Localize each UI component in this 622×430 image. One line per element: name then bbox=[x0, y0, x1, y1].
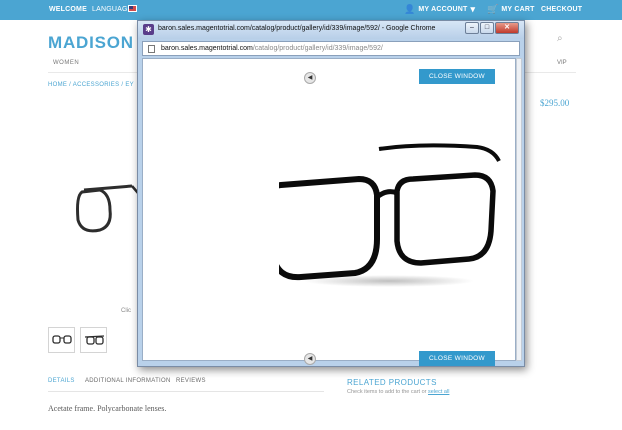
gallery-popup-window: ✱ baron.sales.magentotrial.com/catalog/p… bbox=[137, 20, 525, 367]
chrome-window-icon: ✱ bbox=[143, 24, 154, 35]
close-window-button-top[interactable]: CLOSE WINDOW bbox=[419, 69, 495, 84]
previous-image-button-bottom[interactable]: ◀ bbox=[304, 353, 316, 365]
window-controls: – □ ✕ bbox=[465, 22, 519, 34]
maximize-button[interactable]: □ bbox=[480, 22, 494, 34]
popup-titlebar[interactable]: ✱ baron.sales.magentotrial.com/catalog/p… bbox=[138, 21, 524, 39]
product-gallery-image bbox=[279, 143, 501, 287]
address-bar-url: baron.sales.magentotrial.com/catalog/pro… bbox=[161, 45, 383, 52]
close-window-button-bottom[interactable]: CLOSE WINDOW bbox=[419, 351, 495, 366]
popup-window-title: baron.sales.magentotrial.com/catalog/pro… bbox=[158, 25, 436, 32]
close-icon[interactable]: ✕ bbox=[495, 22, 519, 34]
address-bar[interactable]: baron.sales.magentotrial.com/catalog/pro… bbox=[142, 41, 520, 56]
previous-image-button[interactable]: ◀ bbox=[304, 72, 316, 84]
url-path: /catalog/product/gallery/id/339/image/59… bbox=[252, 45, 383, 52]
gallery-content: ◀ CLOSE WINDOW ◀ CLOSE WINDOW bbox=[142, 58, 516, 366]
url-host: baron.sales.magentotrial.com bbox=[161, 45, 253, 52]
popup-scrollbar[interactable] bbox=[516, 58, 522, 361]
minimize-button[interactable]: – bbox=[465, 22, 479, 34]
page-icon bbox=[148, 45, 155, 53]
